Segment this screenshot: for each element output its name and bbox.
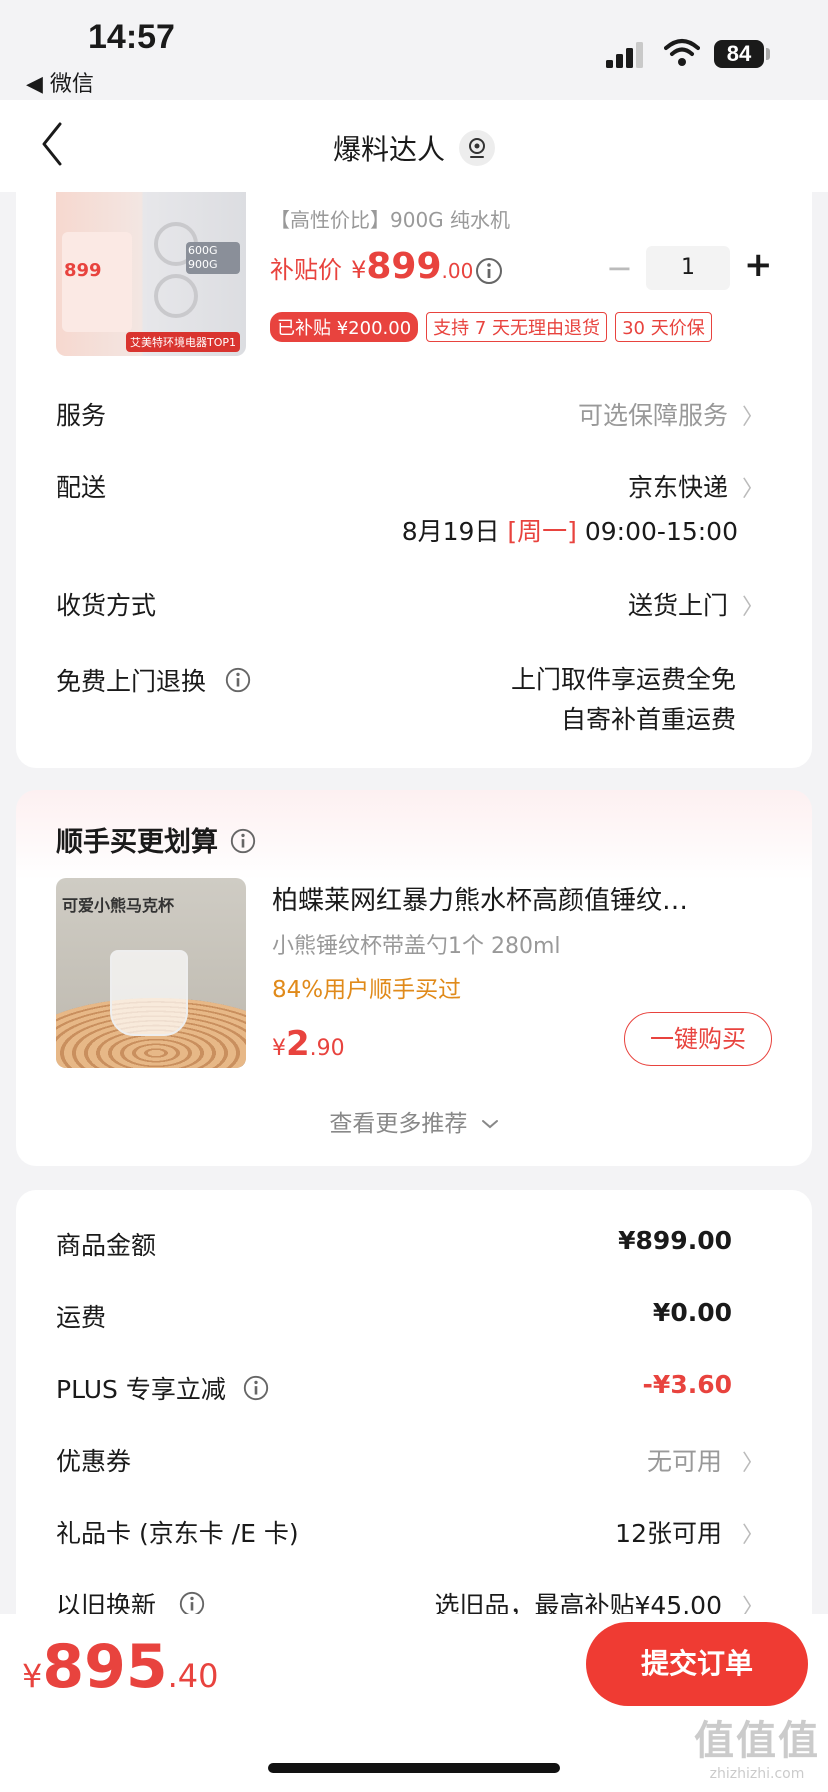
- plus-button[interactable]: +: [744, 248, 773, 282]
- price-protect-tag: 30 天价保: [615, 312, 712, 342]
- quantity-input[interactable]: 1: [646, 246, 730, 290]
- addon-price-symbol: ¥: [272, 1036, 286, 1061]
- return-label-wrap: 免费上门退换: [56, 662, 252, 698]
- delivery-value: 京东快递: [627, 473, 728, 502]
- service-value: 可选保障服务: [577, 401, 728, 430]
- addon-item-stat: 84%用户顺手买过: [272, 977, 462, 1003]
- subsidy-tag: 已补贴 ¥200.00: [270, 312, 419, 342]
- service-row[interactable]: 可选保障服务〉: [578, 396, 764, 432]
- submit-order-button[interactable]: 提交订单: [586, 1622, 808, 1706]
- product-image-banner: 艾美特环境电器TOP1: [126, 332, 241, 352]
- price-label: 补贴价: [270, 256, 342, 284]
- home-indicator: [268, 1763, 560, 1773]
- coupon-value: 无可用: [646, 1447, 722, 1476]
- price-symbol: ¥: [351, 256, 367, 284]
- total-symbol: ¥: [22, 1657, 43, 1695]
- info-icon[interactable]: [229, 827, 257, 855]
- page-title: 爆料达人: [332, 133, 445, 166]
- chevron-right-icon: 〉: [741, 1523, 764, 1548]
- total-price: ¥895.40: [22, 1632, 219, 1702]
- shipping-label: 运费: [56, 1303, 107, 1332]
- addon-item-spec: 小熊锤纹杯带盖勺1个 280ml: [272, 934, 561, 959]
- goods-amount-label: 商品金额: [56, 1231, 157, 1260]
- return-line1: 上门取件享运费全免: [510, 665, 736, 694]
- product-image-price: 899: [64, 260, 102, 281]
- delivery-date: 8月19日: [401, 517, 500, 546]
- plus-discount-value: -¥3.60: [642, 1370, 732, 1399]
- status-time: 14:57: [88, 18, 175, 56]
- minus-button[interactable]: −: [606, 252, 633, 284]
- receive-row[interactable]: 送货上门〉: [628, 586, 764, 622]
- price-int: 899: [366, 246, 442, 287]
- signal-icon: [606, 42, 643, 68]
- plus-discount-label: PLUS 专享立减: [56, 1375, 226, 1404]
- info-icon[interactable]: [242, 1374, 270, 1402]
- service-label: 服务: [56, 401, 107, 430]
- watermark-domain: zhizhizhi.com: [709, 1766, 805, 1782]
- giftcard-value: 12张可用: [615, 1519, 722, 1548]
- delivery-slot: 09:00-15:00: [584, 517, 738, 546]
- product-image-badge: 600G 900G: [186, 242, 240, 274]
- return-label: 免费上门退换: [56, 667, 207, 696]
- delivery-time[interactable]: 8月19日 [周一] 09:00-15:00: [402, 512, 738, 548]
- plus-discount-label-wrap: PLUS 专享立减: [56, 1370, 270, 1406]
- total-dec: .40: [167, 1657, 219, 1695]
- chevron-right-icon: 〉: [741, 477, 764, 502]
- giftcard-row[interactable]: 12张可用〉: [615, 1514, 764, 1550]
- addon-image-text: 可爱小熊马克杯: [62, 896, 175, 915]
- chevron-down-icon: [481, 1120, 498, 1129]
- watermark: 值值值 zhizhizhi.com: [694, 1708, 820, 1782]
- battery-icon: 84: [714, 40, 764, 68]
- coupon-row[interactable]: 无可用〉: [647, 1442, 764, 1478]
- addon-title-wrap: 顺手买更划算: [56, 820, 257, 859]
- return-line2: 自寄补首重运费: [560, 705, 736, 734]
- product-subtitle: 【高性价比】900G 纯水机: [270, 208, 511, 232]
- addon-price-dec: .90: [309, 1036, 345, 1061]
- addon-image[interactable]: 可爱小熊马克杯: [56, 878, 246, 1068]
- addon-item-title[interactable]: 柏蝶莱网红暴力熊水杯高颜值锤纹…: [272, 880, 688, 917]
- chevron-right-icon: 〉: [741, 595, 764, 620]
- price-dec: .00: [441, 259, 474, 283]
- receive-label: 收货方式: [56, 591, 157, 620]
- giftcard-label: 礼品卡 (京东卡 /E 卡): [56, 1519, 299, 1548]
- product-price: 补贴价 ¥899.00: [270, 246, 473, 287]
- shipping-value: ¥0.00: [652, 1298, 732, 1327]
- receive-value: 送货上门: [627, 591, 728, 620]
- battery-tip: [766, 48, 770, 60]
- addon-price: ¥2.90: [272, 1024, 345, 1064]
- coupon-label: 优惠券: [56, 1447, 132, 1476]
- one-click-buy-button[interactable]: 一键购买: [624, 1012, 772, 1066]
- addon-price-int: 2: [286, 1024, 310, 1064]
- delivery-label: 配送: [56, 473, 107, 502]
- location-icon[interactable]: [459, 130, 495, 166]
- info-icon[interactable]: [224, 666, 252, 694]
- total-int: 895: [42, 1632, 168, 1702]
- chevron-right-icon: 〉: [741, 1451, 764, 1476]
- goods-amount-value: ¥899.00: [618, 1226, 732, 1255]
- product-tags: 已补贴 ¥200.00 支持 7 天无理由退货 30 天价保: [270, 312, 720, 342]
- addon-title: 顺手买更划算: [56, 827, 218, 858]
- product-image[interactable]: 899 600G 900G 艾美特环境电器TOP1: [56, 192, 246, 356]
- back-to-wechat[interactable]: ◀ 微信: [26, 66, 94, 98]
- watermark-logo: 值值值: [694, 1718, 820, 1764]
- see-more-label: 查看更多推荐: [329, 1111, 468, 1137]
- wifi-icon: [664, 39, 700, 66]
- chevron-right-icon: 〉: [741, 405, 764, 430]
- nav-title-wrap: 爆料达人: [0, 128, 828, 168]
- price-info-icon[interactable]: [474, 256, 504, 286]
- return-tag: 支持 7 天无理由退货: [426, 312, 608, 342]
- delivery-weekday: [周一]: [507, 517, 577, 546]
- delivery-row[interactable]: 京东快递〉: [628, 468, 764, 504]
- see-more-recommendations[interactable]: 查看更多推荐: [0, 1104, 828, 1138]
